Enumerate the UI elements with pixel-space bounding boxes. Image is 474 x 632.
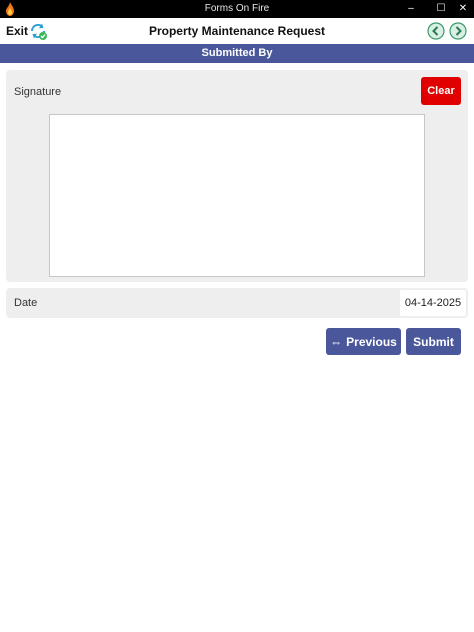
minimize-button[interactable]: – <box>398 0 424 18</box>
date-label: Date <box>14 297 38 309</box>
window-titlebar: Forms On Fire – ☐ ✕ <box>0 0 474 18</box>
signature-label: Signature <box>14 86 62 98</box>
form-title: Property Maintenance Request <box>148 24 326 38</box>
date-row: Date <box>6 288 468 318</box>
previous-label: Previous <box>346 334 397 349</box>
submit-button[interactable]: Submit <box>406 328 461 355</box>
signature-pad[interactable] <box>49 114 425 277</box>
clear-signature-button[interactable]: Clear <box>421 77 461 105</box>
app-header: Exit Property Maintenance Request <box>0 18 474 44</box>
previous-page-icon[interactable] <box>427 22 445 40</box>
section-header: Submitted By <box>0 44 474 63</box>
signature-panel: Signature Clear <box>6 70 468 282</box>
close-button[interactable]: ✕ <box>450 0 474 18</box>
previous-arrow-icon: ⇔ <box>330 334 343 349</box>
next-page-icon[interactable] <box>449 22 467 40</box>
sync-icon[interactable] <box>28 21 48 41</box>
date-input[interactable] <box>400 290 466 316</box>
app-window: Forms On Fire – ☐ ✕ Exit Property Mainte… <box>0 0 474 632</box>
exit-button[interactable]: Exit <box>6 24 28 38</box>
previous-button[interactable]: ⇔ Previous <box>326 328 401 355</box>
